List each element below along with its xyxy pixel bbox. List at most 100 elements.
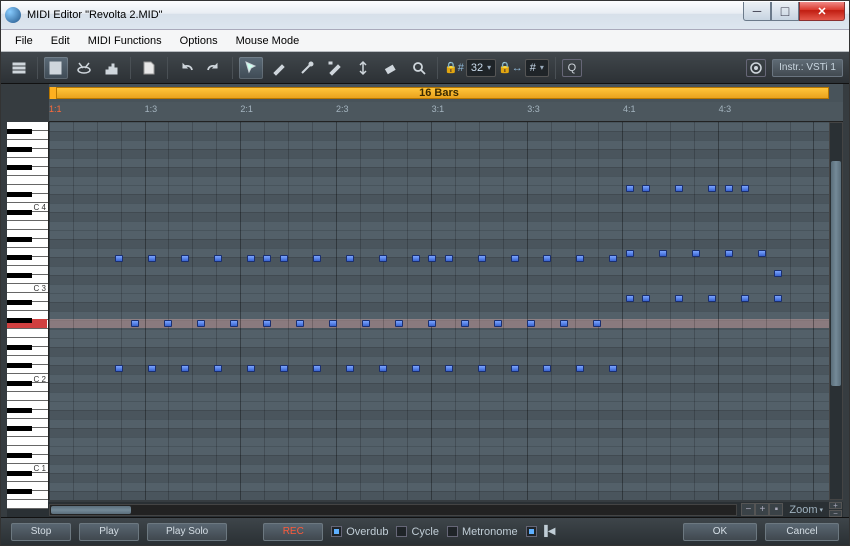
midi-note[interactable] bbox=[708, 295, 716, 302]
midi-note[interactable] bbox=[197, 320, 205, 327]
instrument-button[interactable]: Instr.: VSTi 1 bbox=[772, 59, 843, 77]
midi-note[interactable] bbox=[230, 320, 238, 327]
midi-note[interactable] bbox=[609, 365, 617, 372]
midi-note[interactable] bbox=[280, 365, 288, 372]
ok-button[interactable]: OK bbox=[683, 523, 757, 541]
vertical-scrollbar[interactable] bbox=[829, 122, 843, 500]
midi-note[interactable] bbox=[725, 250, 733, 257]
midi-note[interactable] bbox=[247, 365, 255, 372]
midi-note[interactable] bbox=[181, 255, 189, 262]
pointer-tool-icon[interactable] bbox=[239, 57, 263, 79]
loop-region[interactable]: 16 Bars bbox=[49, 87, 829, 99]
list-view-icon[interactable] bbox=[7, 57, 31, 79]
midi-note[interactable] bbox=[412, 255, 420, 262]
midi-note[interactable] bbox=[280, 255, 288, 262]
midi-note[interactable] bbox=[115, 365, 123, 372]
midi-note[interactable] bbox=[346, 255, 354, 262]
menu-midi-functions[interactable]: MIDI Functions bbox=[80, 32, 170, 50]
maximize-button[interactable]: □ bbox=[771, 2, 799, 21]
midi-note[interactable] bbox=[329, 320, 337, 327]
play-button[interactable]: Play bbox=[79, 523, 139, 541]
zoom-in-h-button[interactable]: + bbox=[755, 503, 769, 516]
midi-note[interactable] bbox=[428, 255, 436, 262]
midi-note[interactable] bbox=[725, 185, 733, 192]
midi-note[interactable] bbox=[626, 250, 634, 257]
pattern-draw-icon[interactable] bbox=[323, 57, 347, 79]
loop-start-handle[interactable] bbox=[50, 87, 57, 99]
midi-note[interactable] bbox=[494, 320, 502, 327]
midi-note[interactable] bbox=[511, 365, 519, 372]
midi-note[interactable] bbox=[576, 255, 584, 262]
zoom-menu[interactable]: Zoom▾ bbox=[789, 504, 823, 516]
midi-note[interactable] bbox=[593, 320, 601, 327]
cycle-checkbox[interactable]: Cycle bbox=[396, 526, 439, 538]
record-button[interactable]: REC bbox=[263, 523, 323, 541]
new-file-icon[interactable] bbox=[137, 57, 161, 79]
settings-icon[interactable] bbox=[746, 59, 766, 77]
midi-note[interactable] bbox=[131, 320, 139, 327]
midi-note[interactable] bbox=[741, 295, 749, 302]
stop-button[interactable]: Stop bbox=[11, 523, 71, 541]
midi-note[interactable] bbox=[115, 255, 123, 262]
minimize-button[interactable]: ─ bbox=[743, 2, 771, 21]
redo-icon[interactable] bbox=[202, 57, 226, 79]
drumstick-tool-icon[interactable] bbox=[295, 57, 319, 79]
draw-tool-icon[interactable] bbox=[267, 57, 291, 79]
h-scroll-thumb[interactable] bbox=[51, 506, 131, 514]
zoom-out-h-button[interactable]: − bbox=[741, 503, 755, 516]
notes-area[interactable] bbox=[49, 122, 829, 500]
snap-value-select[interactable]: 32▾ bbox=[466, 59, 496, 77]
midi-note[interactable] bbox=[313, 255, 321, 262]
midi-note[interactable] bbox=[758, 250, 766, 257]
midi-note[interactable] bbox=[247, 255, 255, 262]
midi-note[interactable] bbox=[445, 365, 453, 372]
skip-to-start-toggle[interactable]: ▐◀ bbox=[526, 526, 556, 537]
midi-note[interactable] bbox=[708, 185, 716, 192]
midi-note[interactable] bbox=[511, 255, 519, 262]
midi-note[interactable] bbox=[774, 295, 782, 302]
midi-note[interactable] bbox=[774, 270, 782, 277]
midi-note[interactable] bbox=[543, 255, 551, 262]
drum-editor-icon[interactable] bbox=[72, 57, 96, 79]
piano-keyboard[interactable]: C 4C 3C 2C 1 bbox=[7, 122, 49, 500]
midi-note[interactable] bbox=[560, 320, 568, 327]
midi-note[interactable] bbox=[642, 295, 650, 302]
midi-note[interactable] bbox=[296, 320, 304, 327]
midi-note[interactable] bbox=[445, 255, 453, 262]
length-value-select[interactable]: #▾ bbox=[525, 59, 549, 77]
zoom-in-v-button[interactable]: + bbox=[829, 502, 842, 509]
menu-file[interactable]: File bbox=[7, 32, 41, 50]
midi-note[interactable] bbox=[626, 295, 634, 302]
midi-note[interactable] bbox=[609, 255, 617, 262]
piano-roll-icon[interactable] bbox=[44, 57, 68, 79]
midi-note[interactable] bbox=[164, 320, 172, 327]
midi-note[interactable] bbox=[741, 185, 749, 192]
close-button[interactable]: ✕ bbox=[799, 2, 845, 21]
metronome-checkbox[interactable]: Metronome bbox=[447, 526, 518, 538]
horizontal-scrollbar[interactable] bbox=[49, 504, 737, 516]
midi-note[interactable] bbox=[642, 185, 650, 192]
midi-note[interactable] bbox=[362, 320, 370, 327]
menu-mouse-mode[interactable]: Mouse Mode bbox=[228, 32, 308, 50]
midi-note[interactable] bbox=[214, 255, 222, 262]
midi-note[interactable] bbox=[379, 365, 387, 372]
midi-note[interactable] bbox=[626, 185, 634, 192]
midi-note[interactable] bbox=[379, 255, 387, 262]
undo-icon[interactable] bbox=[174, 57, 198, 79]
midi-note[interactable] bbox=[263, 320, 271, 327]
midi-note[interactable] bbox=[412, 365, 420, 372]
midi-note[interactable] bbox=[428, 320, 436, 327]
midi-note[interactable] bbox=[181, 365, 189, 372]
midi-note[interactable] bbox=[659, 250, 667, 257]
menu-edit[interactable]: Edit bbox=[43, 32, 78, 50]
midi-note[interactable] bbox=[675, 295, 683, 302]
erase-tool-icon[interactable] bbox=[379, 57, 403, 79]
midi-note[interactable] bbox=[543, 365, 551, 372]
quantize-button[interactable]: Q bbox=[562, 59, 582, 77]
velocity-tool-icon[interactable] bbox=[351, 57, 375, 79]
menu-options[interactable]: Options bbox=[172, 32, 226, 50]
midi-note[interactable] bbox=[576, 365, 584, 372]
midi-note[interactable] bbox=[313, 365, 321, 372]
titlebar[interactable]: MIDI Editor "Revolta 2.MID" ─ □ ✕ bbox=[1, 1, 849, 30]
midi-note[interactable] bbox=[214, 365, 222, 372]
